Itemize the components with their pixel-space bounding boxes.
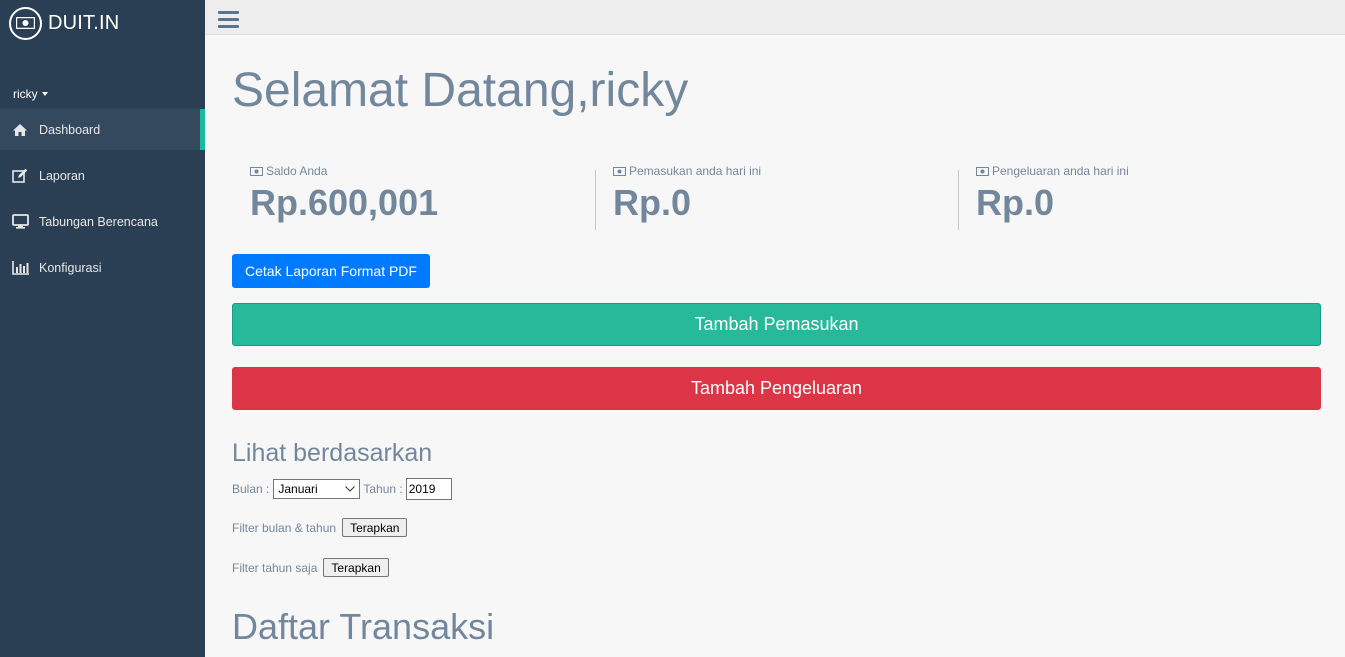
tile-label: Saldo Anda — [266, 164, 328, 178]
year-input[interactable] — [405, 478, 452, 500]
sidebar-nav: Dashboard Laporan Tabungan Berencana Kon… — [0, 109, 205, 288]
bar-chart-icon — [12, 260, 32, 276]
home-icon — [12, 122, 32, 138]
money-icon — [9, 6, 42, 40]
money-icon — [250, 166, 263, 176]
top-nav — [205, 0, 1345, 35]
user-menu[interactable]: ricky — [0, 84, 205, 104]
sidebar-item-label: Dashboard — [39, 122, 101, 137]
sidebar-item-dashboard[interactable]: Dashboard — [0, 109, 205, 150]
filter-apply-row: Filter bulan & tahun Terapkan — [232, 518, 408, 537]
month-label: Bulan : — [232, 482, 270, 496]
money-icon — [976, 166, 989, 176]
tile-value: Rp.0 — [613, 182, 692, 223]
edit-icon — [12, 168, 32, 184]
tile-pengeluaran: Pengeluaran anda hari ini Rp.0 — [976, 162, 1129, 230]
tile-value: Rp.600,001 — [250, 182, 439, 223]
caret-down-icon — [41, 92, 48, 96]
brand-name: DUIT.IN — [48, 11, 120, 34]
sidebar-item-label: Laporan — [39, 168, 85, 183]
transactions-title: Daftar Transaksi — [232, 606, 495, 647]
user-name: ricky — [13, 87, 38, 101]
page-title: Selamat Datang,ricky — [232, 64, 689, 117]
add-expense-button[interactable]: Tambah Pengeluaran — [232, 367, 1321, 410]
print-pdf-button[interactable]: Cetak Laporan Format PDF — [232, 254, 430, 288]
tile-value: Rp.0 — [976, 182, 1055, 223]
add-income-button[interactable]: Tambah Pemasukan — [232, 303, 1321, 346]
apply-month-year-button[interactable]: Terapkan — [342, 518, 408, 537]
sidebar-item-konfigurasi[interactable]: Konfigurasi — [0, 247, 205, 288]
menu-toggle-icon[interactable] — [218, 11, 239, 30]
desktop-icon — [12, 214, 32, 230]
month-value: Januari — [278, 482, 318, 496]
money-icon — [613, 166, 626, 176]
tile-label: Pengeluaran anda hari ini — [992, 164, 1129, 178]
chevron-down-icon — [345, 486, 356, 492]
filter-year-only-label: Filter tahun saja — [232, 560, 318, 575]
sidebar-item-label: Tabungan Berencana — [39, 214, 158, 229]
tile-pemasukan: Pemasukan anda hari ini Rp.0 — [613, 162, 761, 230]
tile-label: Pemasukan anda hari ini — [629, 164, 762, 178]
year-label: Tahun : — [363, 482, 403, 496]
month-select[interactable]: Januari — [273, 479, 361, 499]
apply-year-button[interactable]: Terapkan — [323, 558, 389, 577]
tile-divider — [958, 170, 959, 230]
stat-tiles: Saldo Anda Rp.600,001 Pemasukan anda har… — [232, 162, 1321, 232]
filter-title: Lihat berdasarkan — [232, 439, 433, 467]
sidebar: DUIT.IN ricky Dashboard Laporan Tabungan… — [0, 0, 205, 657]
tile-divider — [595, 170, 596, 230]
filter-month-year-label: Filter bulan & tahun — [232, 520, 337, 535]
brand[interactable]: DUIT.IN — [0, 0, 205, 46]
sidebar-item-label: Konfigurasi — [39, 260, 102, 275]
tile-saldo: Saldo Anda Rp.600,001 — [250, 162, 438, 230]
sidebar-item-laporan[interactable]: Laporan — [0, 155, 205, 196]
sidebar-item-tabungan-berencana[interactable]: Tabungan Berencana — [0, 201, 205, 242]
filter-month-year-row: Bulan : Januari Tahun : — [232, 478, 452, 500]
filter-year-row: Filter tahun saja Terapkan — [232, 558, 389, 577]
